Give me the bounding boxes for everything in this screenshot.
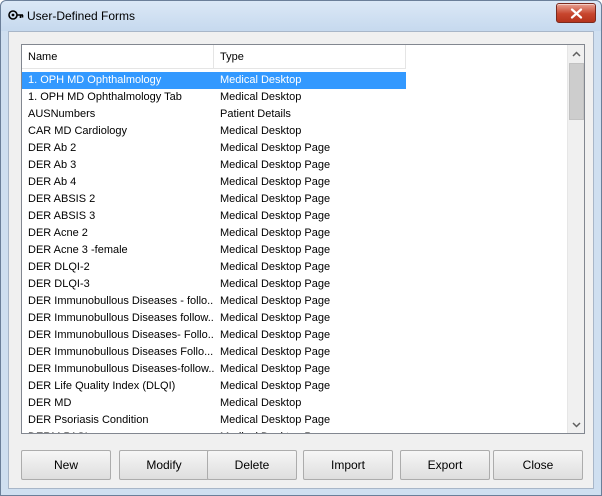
list-item[interactable]: AUSNumbers Patient Details <box>22 106 567 123</box>
form-name-cell: DER Acne 3 -female <box>28 244 128 256</box>
title-bar[interactable]: User-Defined Forms <box>1 1 601 31</box>
form-name-cell: 1. OPH MD Ophthalmology Tab <box>28 91 182 103</box>
list-item[interactable]: DER Ab 2 Medical Desktop Page <box>22 140 567 157</box>
column-header-type[interactable]: Type <box>214 45 406 69</box>
form-type-cell: Medical Desktop Page <box>220 380 331 392</box>
form-type-cell: Medical Desktop Page <box>220 159 331 171</box>
close-x-icon <box>570 8 583 19</box>
form-name-cell: DER ABSIS 3 <box>28 210 96 222</box>
form-name-cell: DER DLQI-3 <box>28 278 90 290</box>
form-type-cell: Medical Desktop Page <box>220 244 331 256</box>
list-item[interactable]: DER MD Medical Desktop <box>22 395 567 412</box>
scrollbar-thumb[interactable] <box>569 63 584 120</box>
form-name-cell: 1. OPH MD Ophthalmology <box>28 74 162 86</box>
scroll-up-arrow-icon[interactable] <box>568 45 584 62</box>
form-type-cell: Medical Desktop <box>220 74 302 86</box>
form-type-cell: Medical Desktop Page <box>220 329 331 341</box>
form-name-cell: DER ABSIS 2 <box>28 193 96 205</box>
vertical-scrollbar[interactable] <box>567 45 584 433</box>
list-item[interactable]: DER ABSIS 3 Medical Desktop Page <box>22 208 567 225</box>
list-item[interactable]: DERM PASI Medical Desktop Page <box>22 429 567 433</box>
form-name-cell: AUSNumbers <box>28 108 96 120</box>
form-name-cell: DER MD <box>28 397 72 409</box>
dialog-client-area: Name Type 1. OPH MD Ophthalmology Medical… <box>8 31 594 489</box>
window-close-button[interactable] <box>556 3 596 23</box>
form-type-cell: Medical Desktop Page <box>220 312 331 324</box>
form-name-cell: DERM PASI <box>28 429 214 433</box>
form-type-cell: Medical Desktop Page <box>220 227 331 239</box>
form-name-cell: DER Immunobullous Diseases- Follo... <box>28 329 214 341</box>
form-name-cell: DER Acne 2 <box>28 227 88 239</box>
list-item[interactable]: DER DLQI-2 Medical Desktop Page <box>22 259 567 276</box>
forms-list-view[interactable]: Name Type 1. OPH MD Ophthalmology Medical… <box>21 44 585 434</box>
form-type-cell: Medical Desktop Page <box>220 429 406 433</box>
form-name-cell: DER Life Quality Index (DLQI) <box>28 380 176 392</box>
list-item[interactable]: DER Immunobullous Diseases Follo... Medic… <box>22 344 567 361</box>
import-button[interactable]: Import <box>303 450 393 480</box>
scroll-down-arrow-icon[interactable] <box>568 416 584 433</box>
form-type-cell: Medical Desktop Page <box>220 142 331 154</box>
list-item[interactable]: DER Psoriasis Condition Medical Desktop P… <box>22 412 567 429</box>
form-name-cell: DER Immunobullous Diseases-follow... <box>28 363 214 375</box>
form-name-cell: DER DLQI-2 <box>28 261 90 273</box>
modify-button[interactable]: Modify <box>119 450 209 480</box>
list-item[interactable]: CAR MD Cardiology Medical Desktop <box>22 123 567 140</box>
user-defined-forms-window: User-Defined Forms Name Type 1. OPH MD O… <box>0 0 602 496</box>
form-name-cell: DER Immunobullous Diseases follow... <box>28 312 214 324</box>
new-button[interactable]: New <box>21 450 111 480</box>
list-item[interactable]: DER Ab 4 Medical Desktop Page <box>22 174 567 191</box>
form-type-cell: Medical Desktop Page <box>220 295 331 307</box>
form-name-cell: CAR MD Cardiology <box>28 125 128 137</box>
list-item[interactable]: DER DLQI-3 Medical Desktop Page <box>22 276 567 293</box>
form-type-cell: Medical Desktop Page <box>220 210 331 222</box>
list-item[interactable]: DER Immunobullous Diseases - follo... Med… <box>22 293 567 310</box>
form-name-cell: DER Immunobullous Diseases Follo... <box>28 346 214 358</box>
form-name-cell: DER Ab 4 <box>28 176 77 188</box>
form-type-cell: Medical Desktop Page <box>220 261 331 273</box>
export-button[interactable]: Export <box>400 450 490 480</box>
form-type-cell: Patient Details <box>220 108 291 120</box>
form-type-cell: Medical Desktop Page <box>220 278 331 290</box>
window-title: User-Defined Forms <box>27 9 136 23</box>
form-type-cell: Medical Desktop Page <box>220 193 331 205</box>
list-item[interactable]: DER Immunobullous Diseases-follow... Medi… <box>22 361 567 378</box>
list-item[interactable]: DER Immunobullous Diseases follow... Medi… <box>22 310 567 327</box>
column-header-name[interactable]: Name <box>22 45 214 69</box>
form-type-cell: Medical Desktop Page <box>220 363 331 375</box>
form-name-cell: DER Immunobullous Diseases - follo... <box>28 295 214 307</box>
list-item[interactable]: DER Ab 3 Medical Desktop Page <box>22 157 567 174</box>
form-type-cell: Medical Desktop <box>220 397 302 409</box>
form-name-cell: DER Ab 3 <box>28 159 77 171</box>
list-header: Name Type <box>22 45 406 69</box>
list-item[interactable]: 1. OPH MD Ophthalmology Tab Medical Deskt… <box>22 89 567 106</box>
form-type-cell: Medical Desktop Page <box>220 346 331 358</box>
close-button[interactable]: Close <box>493 450 583 480</box>
list-item[interactable]: 1. OPH MD Ophthalmology Medical Desktop <box>22 72 406 89</box>
form-name-cell: DER Ab 2 <box>28 142 77 154</box>
form-name-cell: DER Psoriasis Condition <box>28 414 149 426</box>
forms-key-icon <box>8 10 24 20</box>
list-item[interactable]: DER Acne 3 -female Medical Desktop Page <box>22 242 567 259</box>
form-type-cell: Medical Desktop Page <box>220 176 331 188</box>
list-rows: 1. OPH MD Ophthalmology Medical Desktop 1.… <box>22 72 567 433</box>
form-type-cell: Medical Desktop <box>220 125 302 137</box>
list-item[interactable]: DER Immunobullous Diseases- Follo... Medi… <box>22 327 567 344</box>
delete-button[interactable]: Delete <box>207 450 297 480</box>
list-item[interactable]: DER Life Quality Index (DLQI) Medical Des… <box>22 378 567 395</box>
list-item[interactable]: DER Acne 2 Medical Desktop Page <box>22 225 567 242</box>
form-type-cell: Medical Desktop Page <box>220 414 331 426</box>
form-type-cell: Medical Desktop <box>220 91 302 103</box>
list-item[interactable]: DER ABSIS 2 Medical Desktop Page <box>22 191 567 208</box>
